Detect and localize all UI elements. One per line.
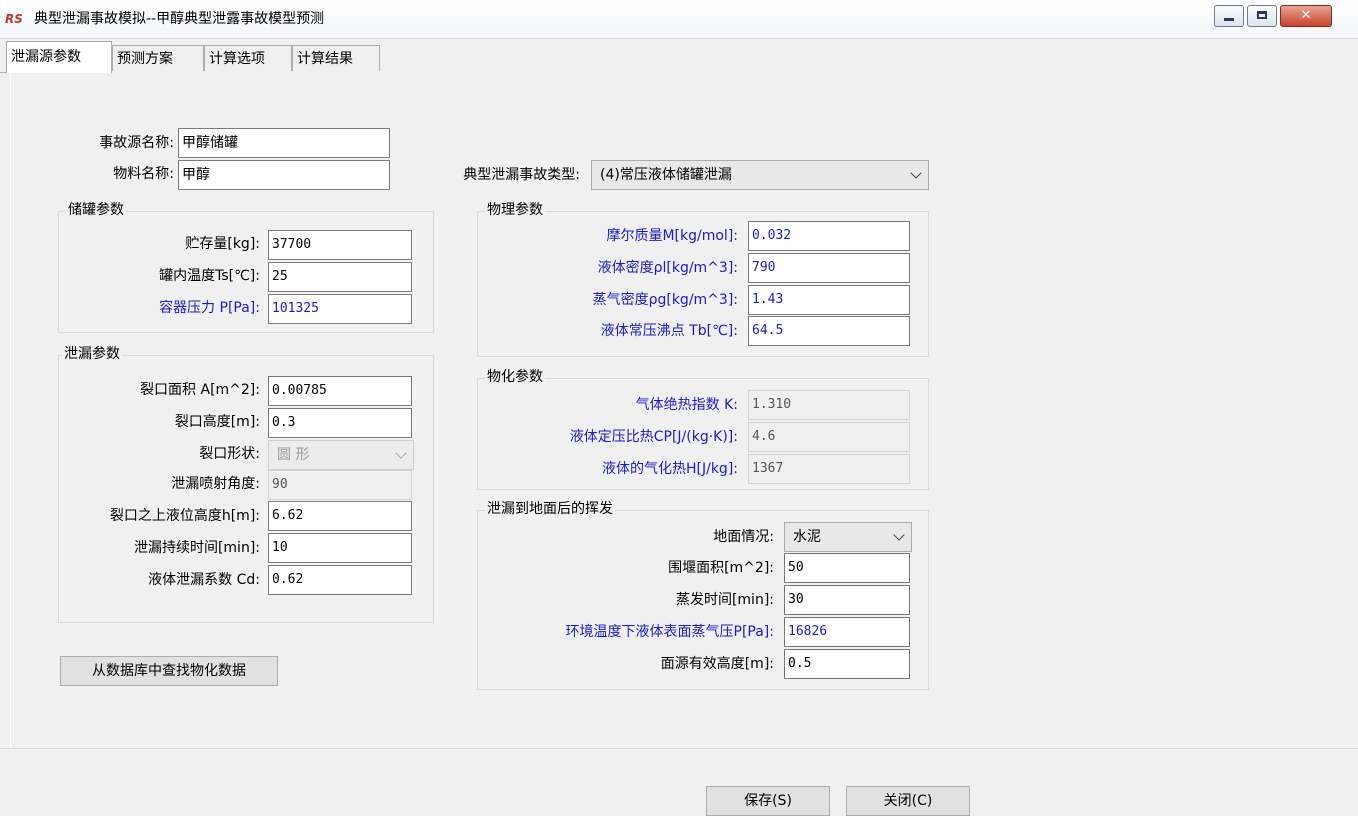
- liquid-level-label: 裂口之上液位高度h[m]:: [109, 508, 260, 524]
- physical-params-title: 物理参数: [485, 201, 545, 219]
- leak-coefficient-input[interactable]: 0.62: [268, 565, 412, 595]
- tab-calc-options[interactable]: 计算选项: [204, 45, 292, 71]
- evaporation-time-input[interactable]: 30: [784, 585, 910, 615]
- opening-height-label: 裂口高度[m]:: [174, 414, 260, 430]
- leak-duration-label: 泄漏持续时间[min]:: [133, 540, 260, 556]
- tab-forecast-plan[interactable]: 预测方案: [112, 45, 204, 71]
- source-name-input[interactable]: 甲醇储罐: [178, 128, 390, 158]
- vapor-density-input[interactable]: 1.43: [748, 285, 910, 315]
- storage-amount-input[interactable]: 37700: [268, 230, 412, 260]
- specific-heat-input[interactable]: 4.6: [748, 422, 910, 452]
- chevron-down-icon: [910, 167, 922, 179]
- leak-duration-input[interactable]: 10: [268, 533, 412, 563]
- tank-params-title: 储罐参数: [66, 201, 126, 219]
- material-name-label: 物料名称:: [113, 166, 174, 182]
- opening-area-input[interactable]: 0.00785: [268, 376, 412, 406]
- opening-height-input[interactable]: 0.3: [268, 408, 412, 438]
- maximize-button[interactable]: [1247, 5, 1277, 27]
- opening-area-label: 裂口面积 A[m^2]:: [140, 382, 260, 398]
- tab-calc-results[interactable]: 计算结果: [292, 45, 380, 71]
- tab-leak-source-params[interactable]: 泄漏源参数: [6, 41, 112, 73]
- vapor-pressure-input[interactable]: 16826: [784, 617, 910, 647]
- chevron-down-icon: [395, 447, 407, 459]
- leak-coefficient-label: 液体泄漏系数 Cd:: [148, 572, 260, 588]
- chemical-params-title: 物化参数: [485, 368, 545, 386]
- accident-type-label: 典型泄漏事故类型:: [463, 167, 580, 183]
- accident-type-value: (4)常压液体储罐泄漏: [600, 167, 732, 183]
- accident-type-select[interactable]: (4)常压液体储罐泄漏: [591, 160, 929, 190]
- evaporation-title: 泄漏到地面后的挥发: [485, 500, 615, 518]
- dike-area-input[interactable]: 50: [784, 553, 910, 583]
- tank-temperature-label: 罐内温度Ts[℃]:: [159, 268, 260, 284]
- container-pressure-input[interactable]: 101325: [268, 294, 412, 324]
- minimize-button[interactable]: [1214, 5, 1244, 27]
- liquid-density-input[interactable]: 790: [748, 253, 910, 283]
- storage-amount-label: 贮存量[kg]:: [185, 236, 260, 252]
- specific-heat-label: 液体定压比热CP[J/(kg·K)]:: [569, 429, 738, 445]
- app-icon: RS: [5, 12, 23, 26]
- minimize-icon: [1224, 18, 1234, 21]
- evaporation-time-label: 蒸发时间[min]:: [675, 592, 774, 608]
- source-name-label: 事故源名称:: [99, 135, 174, 151]
- tank-temperature-input[interactable]: 25: [268, 262, 412, 292]
- adiabatic-index-input[interactable]: 1.310: [748, 390, 910, 420]
- close-icon: ✕: [1300, 8, 1312, 23]
- window-title: 典型泄漏事故模拟--甲醇典型泄露事故模型预测: [34, 11, 325, 27]
- footer-divider: [0, 748, 1358, 749]
- opening-shape-select[interactable]: 圆 形: [268, 440, 414, 470]
- lookup-database-button[interactable]: 从数据库中查找物化数据: [60, 656, 278, 686]
- leak-params-title: 泄漏参数: [62, 345, 122, 363]
- chevron-down-icon: [893, 529, 905, 541]
- vaporization-heat-input[interactable]: 1367: [748, 454, 910, 484]
- boiling-point-label: 液体常压沸点 Tb[℃]:: [600, 323, 738, 339]
- adiabatic-index-label: 气体绝热指数 K:: [635, 397, 738, 413]
- ground-condition-value: 水泥: [793, 529, 821, 545]
- close-window-button[interactable]: ✕: [1280, 5, 1332, 27]
- vaporization-heat-label: 液体的气化热H[J/kg]:: [601, 461, 738, 477]
- liquid-density-label: 液体密度ρl[kg/m^3]:: [597, 260, 738, 276]
- molar-mass-label: 摩尔质量M[kg/mol]:: [606, 228, 738, 244]
- container-pressure-label: 容器压力 P[Pa]:: [159, 300, 260, 316]
- liquid-level-input[interactable]: 6.62: [268, 501, 412, 531]
- opening-shape-value: 圆 形: [277, 447, 310, 463]
- ground-condition-label: 地面情况:: [713, 529, 774, 545]
- maximize-icon: [1257, 11, 1267, 19]
- ground-condition-select[interactable]: 水泥: [784, 522, 912, 552]
- dike-area-label: 围堰面积[m^2]:: [668, 560, 774, 576]
- molar-mass-input[interactable]: 0.032: [748, 221, 910, 251]
- vapor-density-label: 蒸气密度ρg[kg/m^3]:: [592, 292, 738, 308]
- opening-shape-label: 裂口形状:: [199, 446, 260, 462]
- source-height-input[interactable]: 0.5: [784, 649, 910, 679]
- jet-angle-label: 泄漏喷射角度:: [171, 476, 260, 492]
- title-bar: RS 典型泄漏事故模拟--甲醇典型泄露事故模型预测 ✕: [0, 0, 1358, 39]
- jet-angle-input[interactable]: 90: [268, 470, 412, 500]
- source-height-label: 面源有效高度[m]:: [660, 656, 774, 672]
- close-button[interactable]: 关闭(C): [846, 786, 970, 816]
- vapor-pressure-label: 环境温度下液体表面蒸气压P[Pa]:: [565, 624, 774, 640]
- boiling-point-input[interactable]: 64.5: [748, 316, 910, 346]
- save-button[interactable]: 保存(S): [706, 786, 830, 816]
- material-name-input[interactable]: 甲醇: [178, 160, 390, 190]
